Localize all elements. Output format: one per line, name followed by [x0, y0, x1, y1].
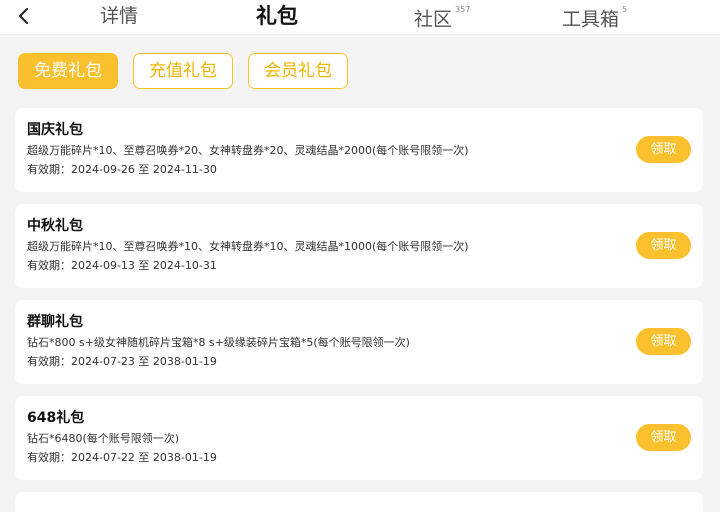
gift-name: 群聊礼包 — [27, 314, 83, 330]
tab-community-count: 357 — [455, 5, 471, 14]
tab-toolbox-count: 5 — [622, 5, 628, 14]
gift-card-mid-autumn: 中秋礼包 超级万能碎片*10、至尊召唤券*10、女神转盘券*10、灵魂结晶*10… — [15, 204, 703, 288]
gift-validity: 有效期：2024-09-13 至 2024-10-31 — [27, 259, 217, 272]
filter-recharge-gifts[interactable]: 充值礼包 — [133, 53, 233, 89]
claim-button[interactable]: 领取 — [636, 136, 691, 163]
gift-type-filters: 免费礼包 充值礼包 会员礼包 — [18, 53, 363, 89]
tab-gift[interactable]: 礼包 — [256, 2, 298, 30]
filter-member-gifts[interactable]: 会员礼包 — [248, 53, 348, 89]
tab-detail[interactable]: 详情 — [100, 2, 138, 30]
gift-list: 国庆礼包 超级万能碎片*10、至尊召唤券*20、女神转盘券*20、灵魂结晶*20… — [15, 108, 703, 492]
tab-community-label: 社区 — [414, 8, 453, 31]
gift-card-partial — [15, 492, 703, 512]
tab-toolbox[interactable]: 工具箱 5 — [562, 2, 627, 30]
gift-name: 国庆礼包 — [27, 122, 83, 138]
gift-name: 648礼包 — [27, 410, 85, 426]
gift-description: 钻石*6480(每个账号限领一次) — [27, 432, 180, 445]
tab-toolbox-label: 工具箱 — [562, 8, 620, 31]
gift-card-648: 648礼包 钻石*6480(每个账号限领一次) 有效期：2024-07-22 至… — [15, 396, 703, 480]
claim-button[interactable]: 领取 — [636, 424, 691, 451]
tab-detail-label: 详情 — [100, 5, 139, 27]
claim-button[interactable]: 领取 — [636, 328, 691, 355]
tab-gift-label: 礼包 — [256, 4, 298, 28]
filter-free-gifts[interactable]: 免费礼包 — [18, 53, 118, 89]
gift-description: 超级万能碎片*10、至尊召唤券*10、女神转盘券*10、灵魂结晶*1000(每个… — [27, 240, 469, 253]
gift-card-national-day: 国庆礼包 超级万能碎片*10、至尊召唤券*20、女神转盘券*20、灵魂结晶*20… — [15, 108, 703, 192]
gift-card-group-chat: 群聊礼包 钻石*800 s+级女神随机碎片宝箱*8 s+级缘装碎片宝箱*5(每个… — [15, 300, 703, 384]
gift-validity: 有效期：2024-07-23 至 2038-01-19 — [27, 355, 217, 368]
gift-name: 中秋礼包 — [27, 218, 83, 234]
chevron-left-icon[interactable] — [14, 6, 34, 26]
top-navigation-bar: 详情 礼包 社区 357 工具箱 5 — [0, 0, 720, 35]
gift-description: 超级万能碎片*10、至尊召唤券*20、女神转盘券*20、灵魂结晶*2000(每个… — [27, 144, 469, 157]
claim-button[interactable]: 领取 — [636, 232, 691, 259]
gift-validity: 有效期：2024-07-22 至 2038-01-19 — [27, 451, 217, 464]
tab-community[interactable]: 社区 357 — [414, 2, 470, 30]
gift-description: 钻石*800 s+级女神随机碎片宝箱*8 s+级缘装碎片宝箱*5(每个账号限领一… — [27, 336, 410, 349]
gift-validity: 有效期：2024-09-26 至 2024-11-30 — [27, 163, 217, 176]
